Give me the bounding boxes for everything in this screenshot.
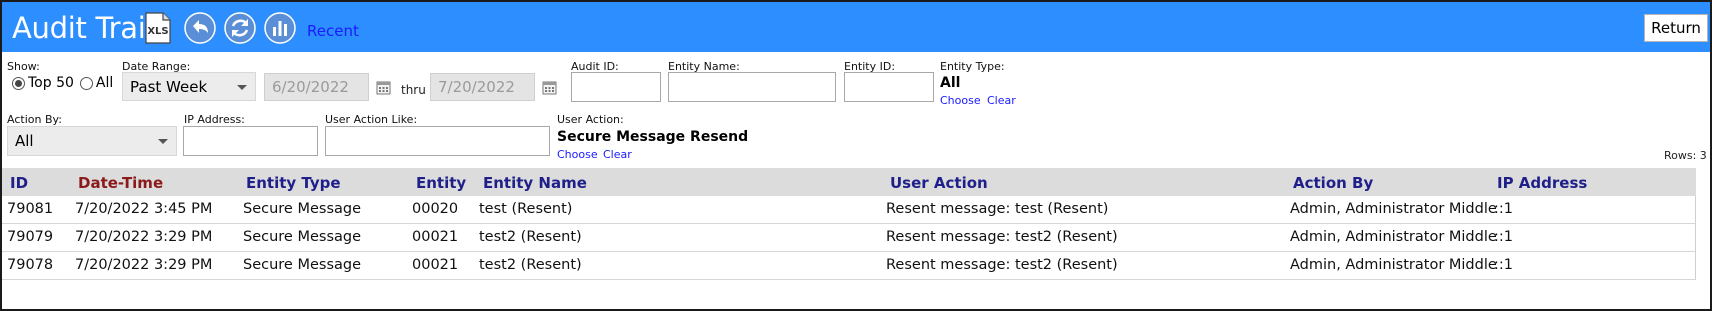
xls-icon-label: XLS: [147, 26, 168, 37]
cell-date-time: 7/20/2022 3:29 PM: [75, 257, 213, 273]
column-header-ip-address[interactable]: IP Address: [1497, 174, 1587, 192]
column-header-action-by[interactable]: Action By: [1293, 174, 1373, 192]
user-action-clear-link[interactable]: Clear: [603, 148, 632, 161]
cell-date-time: 7/20/2022 3:45 PM: [75, 201, 213, 217]
header-bar: Audit Trail XLS Recent Return: [2, 2, 1710, 52]
cell-entity: 00021: [412, 229, 459, 245]
show-all-label: All: [95, 75, 114, 91]
ip-address-input[interactable]: [183, 126, 318, 156]
cell-ip-address: ::1: [1494, 201, 1513, 217]
cell-user-action: Resent message: test2 (Resent): [886, 229, 1118, 245]
entity-type-label: Entity Type:: [940, 60, 1005, 73]
undo-icon[interactable]: [184, 12, 216, 44]
cell-entity: 00021: [412, 257, 459, 273]
show-top50-radio[interactable]: [12, 76, 25, 90]
column-header-date-time[interactable]: Date-Time: [78, 174, 163, 192]
cell-action-by: Admin, Administrator Middle: [1290, 257, 1497, 273]
cell-entity-type: Secure Message: [243, 201, 362, 217]
entity-type-value: All: [940, 75, 961, 91]
cell-id: 79079: [7, 229, 54, 245]
entity-type-choose-link[interactable]: Choose: [940, 94, 981, 107]
user-action-value: Secure Message Resend: [557, 129, 749, 145]
action-by-label: Action By:: [7, 113, 62, 126]
cell-date-time: 7/20/2022 3:29 PM: [75, 229, 213, 245]
xls-icon[interactable]: XLS: [144, 12, 172, 44]
cell-user-action: Resent message: test (Resent): [886, 201, 1109, 217]
entity-type-clear-link[interactable]: Clear: [987, 94, 1016, 107]
show-top50-label: Top 50: [28, 75, 74, 91]
chevron-down-icon: [158, 139, 168, 144]
table-row[interactable]: 79079 7/20/2022 3:29 PM Secure Message 0…: [2, 224, 1696, 252]
calendar-icon[interactable]: [376, 80, 391, 95]
audit-id-input[interactable]: [571, 72, 661, 102]
date-from-input[interactable]: 6/20/2022: [264, 73, 369, 101]
user-action-like-input[interactable]: [325, 126, 550, 156]
chart-icon[interactable]: [264, 12, 296, 44]
recent-link[interactable]: Recent: [307, 22, 359, 40]
chevron-down-icon: [237, 85, 247, 90]
cell-id: 79081: [7, 201, 54, 217]
audit-table: ID Date-Time Entity Type Entity Entity N…: [2, 168, 1696, 280]
date-range-value: Past Week: [130, 78, 208, 96]
ip-address-label: IP Address:: [184, 113, 245, 126]
cell-entity-type: Secure Message: [243, 257, 362, 273]
cell-action-by: Admin, Administrator Middle: [1290, 201, 1497, 217]
cell-entity-type: Secure Message: [243, 229, 362, 245]
entity-name-input[interactable]: [668, 72, 836, 102]
cell-entity: 00020: [412, 201, 459, 217]
table-header: ID Date-Time Entity Type Entity Entity N…: [2, 168, 1696, 196]
user-action-choose-link[interactable]: Choose: [557, 148, 598, 161]
date-range-select[interactable]: Past Week: [122, 72, 256, 101]
cell-user-action: Resent message: test2 (Resent): [886, 257, 1118, 273]
cell-entity-name: test2 (Resent): [479, 229, 582, 245]
cell-id: 79078: [7, 257, 54, 273]
table-row[interactable]: 79078 7/20/2022 3:29 PM Secure Message 0…: [2, 252, 1696, 280]
user-action-label: User Action:: [557, 113, 624, 126]
cell-entity-name: test (Resent): [479, 201, 573, 217]
action-by-select[interactable]: All: [7, 126, 177, 156]
show-radio-group: Top 50 All: [12, 75, 113, 91]
column-header-user-action[interactable]: User Action: [890, 174, 988, 192]
column-header-entity-name[interactable]: Entity Name: [483, 174, 587, 192]
cell-action-by: Admin, Administrator Middle: [1290, 229, 1497, 245]
date-to-input[interactable]: 7/20/2022: [430, 73, 535, 101]
action-by-value: All: [15, 132, 34, 150]
column-header-id[interactable]: ID: [10, 174, 28, 192]
column-header-entity-type[interactable]: Entity Type: [246, 174, 341, 192]
refresh-icon[interactable]: [224, 12, 256, 44]
page-title: Audit Trail: [12, 11, 154, 45]
return-button[interactable]: Return: [1644, 14, 1708, 42]
entity-id-input[interactable]: [844, 72, 934, 102]
calendar-icon[interactable]: [542, 80, 557, 95]
show-label: Show:: [7, 60, 40, 73]
thru-label: thru: [401, 83, 426, 97]
cell-ip-address: ::1: [1494, 257, 1513, 273]
rows-count: Rows: 3: [1664, 149, 1707, 162]
user-action-like-label: User Action Like:: [325, 113, 418, 126]
cell-entity-name: test2 (Resent): [479, 257, 582, 273]
table-row[interactable]: 79081 7/20/2022 3:45 PM Secure Message 0…: [2, 196, 1696, 224]
cell-ip-address: ::1: [1494, 229, 1513, 245]
column-header-entity[interactable]: Entity: [416, 174, 466, 192]
show-all-radio[interactable]: [79, 76, 93, 90]
